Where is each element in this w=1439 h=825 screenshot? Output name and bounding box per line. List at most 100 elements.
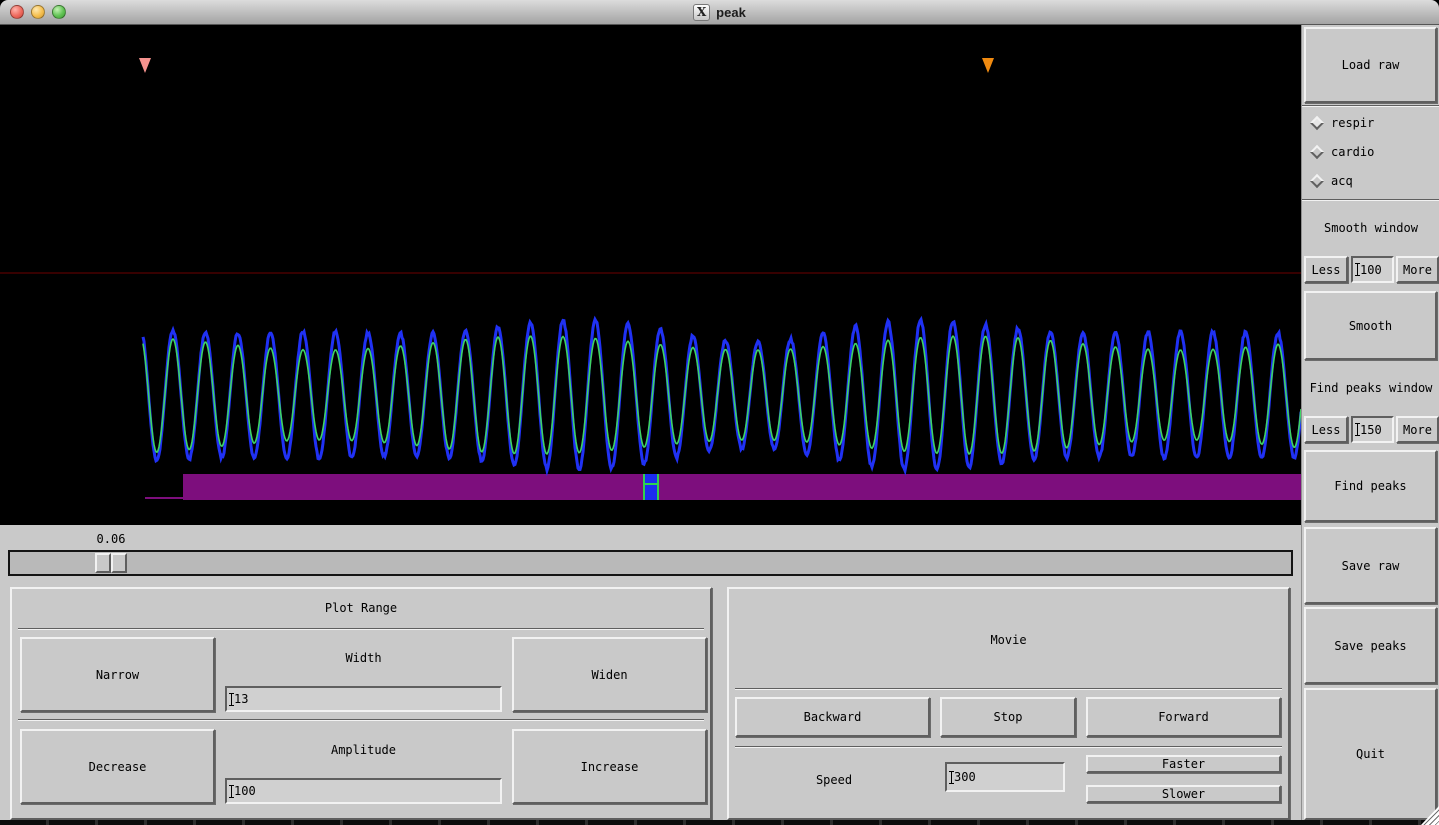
smooth-window-value: 100 (1360, 262, 1382, 277)
text-cursor (949, 770, 954, 784)
waveform-raw (141, 315, 1301, 477)
quit-button-label: Quit (1356, 747, 1385, 761)
width-value: 13 (234, 692, 249, 706)
minimize-button[interactable] (31, 5, 45, 19)
text-cursor (1355, 263, 1360, 276)
radio-acq-label: acq (1331, 174, 1353, 188)
plot-range-panel: Plot Range Narrow Width 13 Widen Decreas… (10, 587, 712, 820)
separator (18, 719, 704, 721)
find-peaks-button-label: Find peaks (1334, 479, 1407, 493)
separator (1302, 105, 1439, 107)
amplitude-value: 100 (234, 784, 256, 798)
increase-button-label: Increase (580, 759, 639, 774)
slower-button-label: Slower (1161, 787, 1206, 801)
faster-button-label: Faster (1161, 757, 1206, 771)
slider-thumb-right (111, 553, 127, 573)
controls-area: 0.06 Plot Range Narrow Width 13 Widen De… (0, 525, 1301, 825)
movie-panel: Movie Backward Stop Forward Speed 300 Fa… (727, 587, 1290, 820)
scale-value-label: 0.06 (96, 532, 126, 546)
find-peaks-window-value: 150 (1360, 422, 1382, 437)
radio-respir-label: respir (1331, 116, 1375, 130)
narrow-button[interactable]: Narrow (20, 637, 215, 712)
separator (735, 746, 1282, 748)
x11-app-icon: X (693, 3, 711, 21)
radio-diamond-icon (1309, 173, 1325, 189)
widen-button-label: Widen (591, 667, 628, 682)
increase-button[interactable]: Increase (512, 729, 707, 804)
find-less-label: Less (1311, 422, 1341, 437)
save-raw-button-label: Save raw (1341, 558, 1400, 573)
decrease-button[interactable]: Decrease (20, 729, 215, 804)
plot-range-title: Plot Range (324, 601, 398, 615)
amplitude-input[interactable]: 100 (225, 778, 502, 804)
smooth-button-label: Smooth (1348, 318, 1393, 333)
radio-diamond-icon (1309, 115, 1325, 131)
backward-button[interactable]: Backward (735, 697, 930, 737)
smooth-more-button[interactable]: More (1396, 256, 1439, 283)
find-less-button[interactable]: Less (1304, 416, 1348, 443)
save-peaks-button[interactable]: Save peaks (1304, 607, 1437, 684)
find-peaks-window-input[interactable]: 150 (1351, 416, 1394, 443)
position-slider[interactable] (8, 550, 1293, 576)
load-raw-button-label: Load raw (1341, 58, 1400, 72)
window-title: peak (716, 4, 746, 20)
titlebar[interactable]: X peak (0, 0, 1439, 25)
find-more-label: More (1403, 422, 1432, 437)
smooth-less-label: Less (1311, 262, 1341, 277)
smooth-less-button[interactable]: Less (1304, 256, 1348, 283)
slower-button[interactable]: Slower (1086, 785, 1281, 803)
movie-title: Movie (990, 633, 1027, 647)
smooth-more-label: More (1403, 262, 1432, 277)
find-peaks-button[interactable]: Find peaks (1304, 450, 1437, 522)
peak-band (183, 474, 1301, 500)
narrow-button-label: Narrow (95, 667, 140, 682)
peak-band-tail (145, 497, 183, 499)
separator (18, 628, 704, 630)
close-button[interactable] (10, 5, 24, 19)
band-cursor[interactable] (645, 474, 657, 500)
sidebar: Load raw respir cardio acq Smooth window… (1301, 25, 1439, 825)
faster-button[interactable]: Faster (1086, 755, 1281, 773)
save-peaks-button-label: Save peaks (1334, 638, 1407, 653)
title-group: X peak (693, 3, 746, 21)
smooth-button[interactable]: Smooth (1304, 291, 1437, 360)
slider-thumb-left (95, 553, 111, 573)
slider-thumb[interactable] (95, 553, 127, 573)
peak-marker-1 (139, 58, 151, 73)
backward-button-label: Backward (803, 710, 862, 724)
text-cursor (229, 784, 234, 798)
radio-diamond-icon (1309, 144, 1325, 160)
forward-button-label: Forward (1158, 710, 1209, 724)
radio-cardio[interactable]: cardio (1309, 142, 1375, 162)
radio-acq[interactable]: acq (1309, 171, 1353, 191)
save-raw-button[interactable]: Save raw (1304, 527, 1437, 604)
zoom-button[interactable] (52, 5, 66, 19)
signal-plot[interactable] (0, 25, 1301, 525)
smooth-window-input[interactable]: 100 (1351, 256, 1394, 283)
widen-button[interactable]: Widen (512, 637, 707, 712)
traffic-lights (10, 5, 66, 19)
stop-button-label: Stop (993, 710, 1023, 724)
plot-canvas (0, 58, 1301, 500)
speed-value: 300 (954, 770, 976, 784)
separator (735, 688, 1282, 690)
speed-label: Speed (815, 773, 853, 787)
forward-button[interactable]: Forward (1086, 697, 1281, 737)
background-window-edge (0, 820, 1439, 825)
find-peaks-window-label: Find peaks window (1309, 381, 1433, 395)
speed-input[interactable]: 300 (945, 762, 1065, 792)
text-cursor (229, 692, 234, 706)
find-more-button[interactable]: More (1396, 416, 1439, 443)
app-window: X peak 0.06 Plot Range Narrow Width 13 W… (0, 0, 1439, 825)
width-label: Width (345, 651, 382, 665)
text-cursor (1355, 423, 1360, 436)
separator (1302, 199, 1439, 201)
decrease-button-label: Decrease (88, 759, 147, 774)
load-raw-button[interactable]: Load raw (1304, 27, 1437, 103)
radio-cardio-label: cardio (1331, 145, 1375, 159)
radio-respir[interactable]: respir (1309, 113, 1375, 133)
width-input[interactable]: 13 (225, 686, 502, 712)
quit-button[interactable]: Quit (1304, 688, 1437, 820)
stop-button[interactable]: Stop (940, 697, 1076, 737)
amplitude-label: Amplitude (330, 743, 397, 757)
